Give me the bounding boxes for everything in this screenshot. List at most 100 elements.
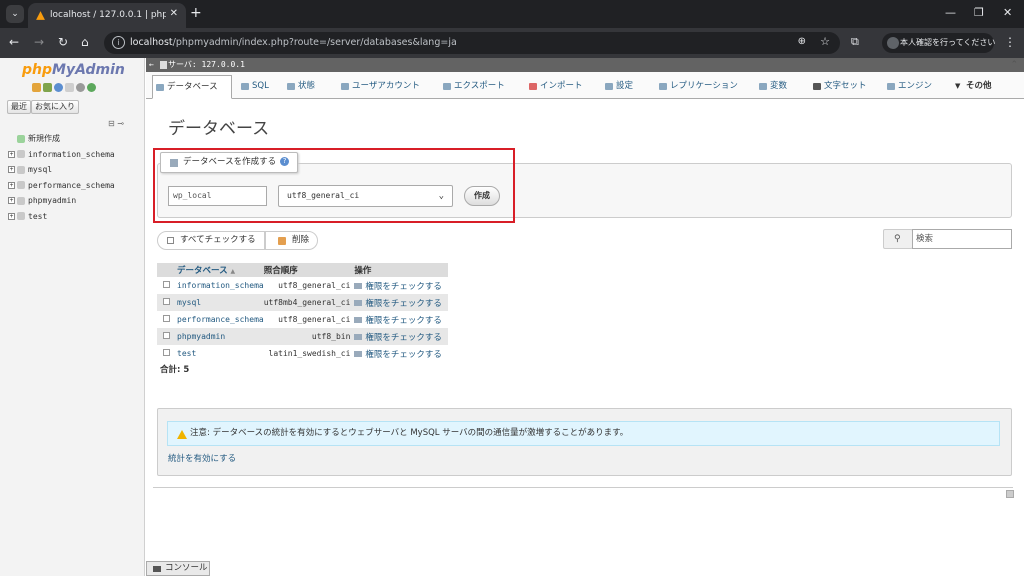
recent-button[interactable]: 最近: [7, 100, 31, 114]
tab-label: 変数: [770, 81, 788, 91]
page-settings-icon[interactable]: [1006, 490, 1014, 498]
enable-statistics-link[interactable]: 統計を有効にする: [168, 452, 236, 464]
minimize-icon[interactable]: —: [945, 6, 956, 19]
tab-title: localhost / 127.0.0.1 | phpMyAdmin: [50, 10, 166, 20]
checkbox[interactable]: [167, 237, 174, 244]
tab-close-icon[interactable]: ✕: [170, 8, 178, 19]
action-cell: 権限をチェックする: [354, 328, 448, 345]
expand-icon[interactable]: +: [8, 212, 15, 220]
tab-databases[interactable]: データベース: [152, 75, 232, 99]
extensions-icon[interactable]: ⧉: [851, 35, 859, 49]
tab-more[interactable]: ▼ その他: [952, 75, 1002, 99]
tree-item-db[interactable]: + performance_schema: [8, 178, 143, 194]
search-input[interactable]: 検索: [912, 229, 1012, 249]
export-icon: [443, 83, 451, 90]
server-icon: [160, 61, 167, 69]
tab-export[interactable]: エクスポート: [440, 75, 516, 99]
expand-icon[interactable]: +: [8, 166, 15, 173]
close-window-icon[interactable]: ✕: [1003, 6, 1012, 19]
tab-import[interactable]: インポート: [526, 75, 592, 99]
back-arrow-icon[interactable]: ←: [149, 58, 154, 72]
db-link[interactable]: performance_schema: [177, 315, 264, 324]
url-field[interactable]: i localhost/phpmyadmin/index.php?route=/…: [104, 32, 840, 54]
database-icon: [17, 165, 25, 174]
db-link[interactable]: phpmyadmin: [177, 332, 225, 341]
delete-button[interactable]: 削除: [265, 231, 318, 250]
check-privileges-link[interactable]: 権限をチェックする: [365, 350, 442, 360]
server-label[interactable]: サーバ: 127.0.0.1: [168, 60, 245, 69]
divider: [153, 487, 1013, 488]
collation-cell: utf8_general_ci: [278, 315, 351, 324]
tab-label: 文字セット: [824, 81, 867, 91]
row-checkbox[interactable]: [163, 281, 170, 288]
row-checkbox[interactable]: [163, 315, 170, 322]
home-icon[interactable]: ⌂: [81, 35, 89, 49]
tab-settings[interactable]: 設定: [602, 75, 644, 99]
tree-item-db[interactable]: + mysql: [8, 162, 143, 178]
check-all-button[interactable]: すべてチェックする: [157, 231, 265, 250]
tab-status[interactable]: 状態: [284, 75, 326, 99]
bookmark-star-icon[interactable]: ☆: [820, 35, 830, 48]
database-icon: [17, 181, 25, 189]
reload-icon[interactable]: ↻: [58, 35, 68, 49]
address-bar: ← → ↻ ⌂ i localhost/phpmyadmin/index.php…: [0, 28, 1024, 58]
pma-logo[interactable]: phpMyAdmin: [22, 62, 125, 78]
tab-engines[interactable]: エンジン: [884, 75, 942, 99]
delete-label: 削除: [292, 235, 310, 245]
tab-user-accounts[interactable]: ユーザアカウント: [338, 75, 430, 99]
site-info-icon[interactable]: i: [112, 36, 125, 49]
tab-replication[interactable]: レプリケーション: [656, 75, 748, 99]
row-checkbox[interactable]: [163, 298, 170, 305]
collation-cell: utf8_bin: [263, 328, 355, 345]
row-checkbox-cell: [157, 277, 177, 294]
restore-icon[interactable]: ❐: [974, 6, 984, 19]
notice-message: 注意: データベースの統計を有効にするとウェブサーバと MySQL サーバの間の…: [167, 421, 1000, 446]
docs-icon[interactable]: [65, 83, 74, 92]
action-cell: 権限をチェックする: [354, 311, 448, 328]
tree-item-db[interactable]: + test: [8, 209, 143, 225]
expand-icon[interactable]: +: [8, 181, 15, 189]
check-privileges-link[interactable]: 権限をチェックする: [365, 282, 442, 292]
profile-button[interactable]: 本人確認を行ってください: [882, 33, 995, 53]
db-link[interactable]: test: [177, 349, 196, 358]
help-icon[interactable]: [54, 83, 63, 92]
expand-icon[interactable]: +: [8, 197, 15, 204]
pma-navigation-panel: phpMyAdmin 最近 お気に入り ⊟ ⊸ 新規作成 + informatio…: [0, 58, 145, 576]
home-icon[interactable]: [32, 83, 41, 92]
browser-tab[interactable]: localhost / 127.0.0.1 | phpMyAdmin ✕: [28, 3, 186, 28]
zoom-icon[interactable]: ⊕: [798, 36, 806, 47]
table-row: test latin1_swedish_ci 権限をチェックする: [157, 345, 448, 362]
browser-menu-icon[interactable]: ⋮: [1004, 35, 1016, 49]
logout-icon[interactable]: [43, 83, 52, 92]
db-link[interactable]: information_schema: [177, 281, 264, 290]
console-toggle[interactable]: コンソール: [146, 561, 210, 576]
check-privileges-link[interactable]: 権限をチェックする: [365, 333, 442, 343]
favorites-button[interactable]: お気に入り: [31, 100, 79, 114]
tab-charsets[interactable]: 文字セット: [810, 75, 876, 99]
header-database[interactable]: データベース ▲: [177, 263, 264, 277]
tree-item-new[interactable]: 新規作成: [8, 131, 143, 147]
row-checkbox-cell: [157, 294, 177, 311]
check-privileges-link[interactable]: 権限をチェックする: [365, 299, 442, 309]
check-privileges-link[interactable]: 権限をチェックする: [365, 316, 442, 326]
tab-variables[interactable]: 変数: [756, 75, 798, 99]
forward-icon[interactable]: →: [34, 35, 44, 49]
reload-nav-icon[interactable]: [87, 83, 96, 92]
new-tab-icon[interactable]: +: [190, 5, 202, 21]
search-button[interactable]: ⚲: [883, 229, 913, 249]
tab-sql[interactable]: SQL: [238, 75, 278, 99]
collapse-all-icon[interactable]: ⊟ ⊸: [108, 119, 124, 128]
sort-icon: ▲: [230, 268, 236, 275]
expand-icon[interactable]: +: [8, 150, 15, 158]
back-icon[interactable]: ←: [9, 35, 19, 49]
settings-icon[interactable]: [76, 83, 85, 92]
tree-item-db[interactable]: + information_schema: [8, 147, 143, 163]
db-link[interactable]: mysql: [177, 298, 201, 307]
row-checkbox[interactable]: [163, 332, 170, 339]
row-checkbox[interactable]: [163, 349, 170, 356]
tree-item-db[interactable]: + phpmyadmin: [8, 193, 143, 209]
privileges-icon: [354, 283, 363, 289]
collapse-topbar-icon[interactable]: ⌃: [1010, 60, 1018, 70]
database-icon: [17, 196, 25, 205]
tab-list-icon[interactable]: ⌄: [6, 5, 24, 23]
